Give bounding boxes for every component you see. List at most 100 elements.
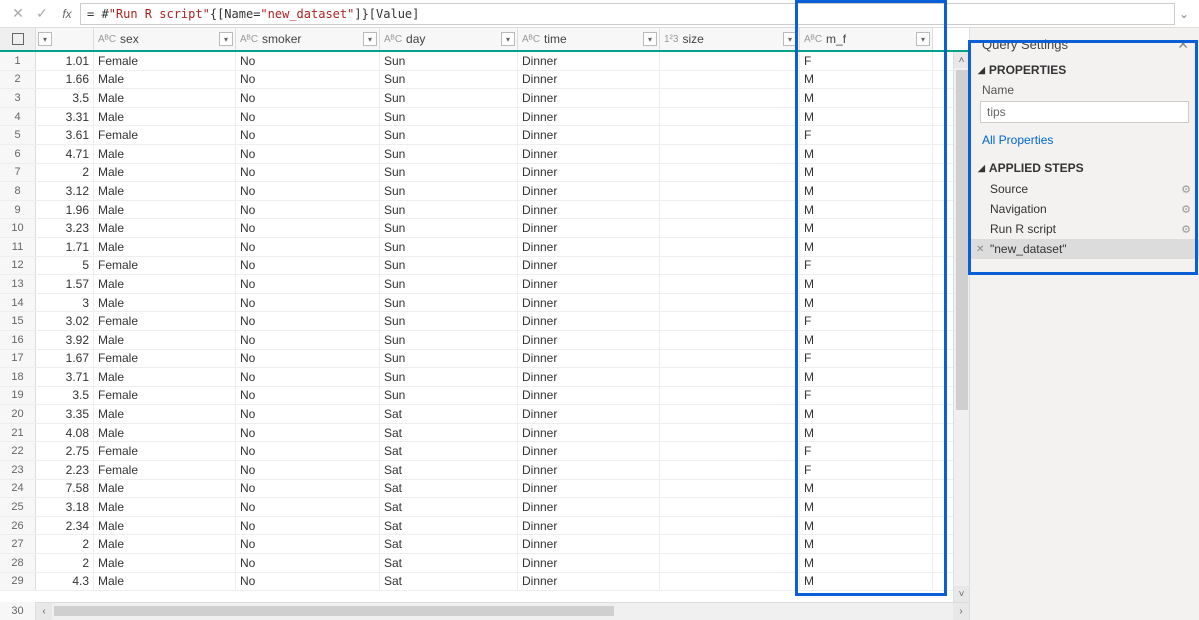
cell-smoker[interactable]: No — [236, 387, 380, 405]
table-row[interactable]: 203.35MaleNoSatDinnerM — [0, 405, 953, 424]
table-row[interactable]: 53.61FemaleNoSunDinnerF — [0, 126, 953, 145]
cell-size[interactable] — [660, 219, 800, 237]
cell-time[interactable]: Dinner — [518, 219, 660, 237]
delete-step-icon[interactable]: ✕ — [976, 244, 984, 255]
cell-tip[interactable]: 3.61 — [36, 126, 94, 144]
applied-steps-section[interactable]: ◢ APPLIED STEPS — [970, 157, 1199, 179]
cell-sex[interactable]: Female — [94, 312, 236, 330]
cell-mf[interactable]: F — [800, 257, 933, 275]
query-name-input[interactable]: tips — [980, 101, 1189, 123]
table-row[interactable]: 183.71MaleNoSunDinnerM — [0, 368, 953, 387]
cell-mf[interactable]: M — [800, 164, 933, 182]
cell-smoker[interactable]: No — [236, 498, 380, 516]
cell-sex[interactable]: Male — [94, 424, 236, 442]
formula-expand-icon[interactable]: ⌄ — [1175, 7, 1193, 21]
cell-sex[interactable]: Female — [94, 387, 236, 405]
cell-size[interactable] — [660, 201, 800, 219]
cell-day[interactable]: Sun — [380, 164, 518, 182]
cell-size[interactable] — [660, 573, 800, 591]
horizontal-scrollbar[interactable]: ‹ › — [36, 602, 969, 620]
table-row[interactable]: 262.34MaleNoSatDinnerM — [0, 517, 953, 536]
table-row[interactable]: 193.5FemaleNoSunDinnerF — [0, 387, 953, 406]
cell-smoker[interactable]: No — [236, 517, 380, 535]
cell-size[interactable] — [660, 368, 800, 386]
cell-sex[interactable]: Male — [94, 554, 236, 572]
scroll-right-icon[interactable]: › — [953, 603, 969, 620]
cell-day[interactable]: Sun — [380, 387, 518, 405]
cell-size[interactable] — [660, 498, 800, 516]
applied-step[interactable]: Source⚙ — [970, 179, 1199, 199]
cell-day[interactable]: Sun — [380, 257, 518, 275]
cell-time[interactable]: Dinner — [518, 424, 660, 442]
gear-icon[interactable]: ⚙ — [1181, 203, 1191, 216]
cell-tip[interactable]: 2.23 — [36, 461, 94, 479]
cell-tip[interactable]: 1.96 — [36, 201, 94, 219]
cell-size[interactable] — [660, 238, 800, 256]
cell-size[interactable] — [660, 517, 800, 535]
cell-smoker[interactable]: No — [236, 182, 380, 200]
cell-mf[interactable]: M — [800, 405, 933, 423]
filter-dropdown-icon[interactable]: ▾ — [643, 32, 657, 46]
cell-tip[interactable]: 1.67 — [36, 350, 94, 368]
cell-size[interactable] — [660, 442, 800, 460]
cell-mf[interactable]: M — [800, 480, 933, 498]
cell-smoker[interactable]: No — [236, 275, 380, 293]
cell-mf[interactable]: M — [800, 145, 933, 163]
applied-step[interactable]: Run R script⚙ — [970, 219, 1199, 239]
cell-smoker[interactable]: No — [236, 461, 380, 479]
table-row[interactable]: 294.3MaleNoSatDinnerM — [0, 573, 953, 592]
cell-smoker[interactable]: No — [236, 405, 380, 423]
column-header-smoker[interactable]: AᴮC smoker ▾ — [236, 28, 380, 50]
cell-day[interactable]: Sun — [380, 201, 518, 219]
cell-day[interactable]: Sun — [380, 294, 518, 312]
table-row[interactable]: 64.71MaleNoSunDinnerM — [0, 145, 953, 164]
cell-time[interactable]: Dinner — [518, 275, 660, 293]
cell-day[interactable]: Sun — [380, 350, 518, 368]
cell-mf[interactable]: M — [800, 368, 933, 386]
cell-size[interactable] — [660, 89, 800, 107]
cell-day[interactable]: Sat — [380, 535, 518, 553]
cell-smoker[interactable]: No — [236, 294, 380, 312]
table-row[interactable]: 72MaleNoSunDinnerM — [0, 164, 953, 183]
table-row[interactable]: 163.92MaleNoSunDinnerM — [0, 331, 953, 350]
cancel-icon[interactable]: ✕ — [6, 3, 30, 25]
cell-mf[interactable]: F — [800, 312, 933, 330]
all-properties-link[interactable]: All Properties — [970, 129, 1199, 157]
table-row[interactable]: 33.5MaleNoSunDinnerM — [0, 89, 953, 108]
cell-day[interactable]: Sun — [380, 126, 518, 144]
cell-tip[interactable]: 3.92 — [36, 331, 94, 349]
column-header-tip[interactable]: ▾ — [36, 28, 94, 50]
confirm-icon[interactable]: ✓ — [30, 3, 54, 25]
close-icon[interactable]: ✕ — [1177, 36, 1189, 53]
cell-tip[interactable]: 3.71 — [36, 368, 94, 386]
cell-tip[interactable]: 1.01 — [36, 52, 94, 70]
cell-time[interactable]: Dinner — [518, 89, 660, 107]
cell-day[interactable]: Sat — [380, 573, 518, 591]
table-row[interactable]: 43.31MaleNoSunDinnerM — [0, 108, 953, 127]
cell-smoker[interactable]: No — [236, 480, 380, 498]
cell-size[interactable] — [660, 126, 800, 144]
cell-size[interactable] — [660, 405, 800, 423]
cell-size[interactable] — [660, 108, 800, 126]
fx-icon[interactable]: fx — [54, 7, 80, 21]
cell-tip[interactable]: 1.57 — [36, 275, 94, 293]
cell-sex[interactable]: Female — [94, 52, 236, 70]
cell-day[interactable]: Sun — [380, 89, 518, 107]
cell-size[interactable] — [660, 424, 800, 442]
filter-dropdown-icon[interactable]: ▾ — [363, 32, 377, 46]
cell-day[interactable]: Sat — [380, 424, 518, 442]
cell-tip[interactable]: 1.66 — [36, 71, 94, 89]
cell-mf[interactable]: M — [800, 554, 933, 572]
table-row[interactable]: 111.71MaleNoSunDinnerM — [0, 238, 953, 257]
cell-day[interactable]: Sat — [380, 405, 518, 423]
cell-mf[interactable]: F — [800, 442, 933, 460]
cell-mf[interactable]: M — [800, 535, 933, 553]
cell-smoker[interactable]: No — [236, 219, 380, 237]
cell-sex[interactable]: Male — [94, 368, 236, 386]
cell-tip[interactable]: 2 — [36, 554, 94, 572]
gear-icon[interactable]: ⚙ — [1181, 223, 1191, 236]
column-header-time[interactable]: AᴮC time ▾ — [518, 28, 660, 50]
cell-sex[interactable]: Male — [94, 182, 236, 200]
cell-mf[interactable]: M — [800, 517, 933, 535]
applied-step[interactable]: ✕"new_dataset" — [970, 239, 1199, 259]
